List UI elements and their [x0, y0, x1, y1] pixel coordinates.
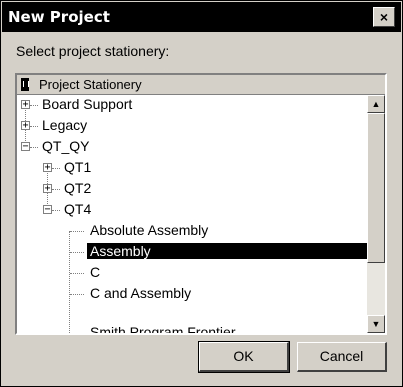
- tree-item-partial[interactable]: Smith Program Frontier: [17, 323, 367, 333]
- close-button[interactable]: ×: [373, 7, 395, 27]
- tree-item-label: Board Support: [42, 96, 133, 112]
- tree-item-board-support[interactable]: + Board Support: [17, 95, 367, 116]
- tree-connector: [70, 273, 84, 274]
- tree-item-assembly[interactable]: Assembly: [17, 242, 367, 263]
- tree-header-label: Project Stationery: [39, 77, 142, 92]
- tree-item-c-and-assembly[interactable]: C and Assembly: [17, 284, 367, 305]
- tree-item-qt4[interactable]: − QT4: [17, 200, 367, 221]
- tree-header[interactable]: Project Stationery: [17, 75, 385, 95]
- tree-item-label: Smith Program Frontier: [90, 324, 236, 333]
- tree-item-absolute-assembly[interactable]: Absolute Assembly: [17, 221, 367, 242]
- tree-item-c[interactable]: C: [17, 263, 367, 284]
- tree-item-label: C: [90, 264, 101, 280]
- tree-rows: + Board Support + Legacy − QT_QY + QT1 +…: [17, 95, 367, 333]
- scroll-thumb[interactable]: [367, 113, 385, 263]
- tree-item-qt2[interactable]: + QT2: [17, 179, 367, 200]
- tree-item-label: QT_QY: [42, 138, 90, 154]
- tree-item-label: QT2: [64, 180, 92, 196]
- arrow-down-icon: ▼: [371, 319, 381, 329]
- tree-item-label: QT4: [64, 201, 92, 217]
- tree-connector: [52, 210, 60, 211]
- tree-item-label: Legacy: [42, 117, 88, 133]
- tree-item-label: QT1: [64, 159, 92, 175]
- expand-plus-icon[interactable]: +: [43, 184, 52, 194]
- tree-item-qt1[interactable]: + QT1: [17, 158, 367, 179]
- scroll-up-button[interactable]: ▲: [367, 95, 385, 113]
- expand-plus-icon[interactable]: +: [21, 100, 30, 110]
- close-icon: ×: [379, 9, 389, 25]
- dialog-title: New Project: [8, 8, 110, 26]
- tree-connector: [70, 252, 84, 253]
- tree-connector: [52, 168, 60, 169]
- arrow-up-icon: ▲: [371, 99, 381, 109]
- column-sort-icon: [21, 78, 29, 91]
- stationery-prompt: Select project stationery:: [16, 43, 170, 59]
- tree-connector: [70, 294, 84, 295]
- stationery-tree[interactable]: Project Stationery + Board Support + Leg…: [15, 73, 387, 335]
- tree-connector: [30, 105, 38, 106]
- tree-connector: [52, 189, 60, 190]
- vertical-scrollbar[interactable]: ▲ ▼: [367, 95, 385, 333]
- tree-connector: [30, 147, 38, 148]
- tree-connector: [70, 231, 84, 232]
- cancel-button[interactable]: Cancel: [297, 342, 387, 372]
- tree-item-legacy[interactable]: + Legacy: [17, 116, 367, 137]
- tree-item-label: C and Assembly: [90, 285, 192, 301]
- title-bar[interactable]: New Project ×: [2, 2, 401, 32]
- tree-connector: [30, 126, 38, 127]
- tree-item-label: Assembly: [87, 243, 367, 259]
- collapse-minus-icon[interactable]: −: [21, 142, 30, 152]
- new-project-dialog: New Project × Select project stationery:…: [0, 0, 403, 387]
- ok-button[interactable]: OK: [198, 341, 290, 373]
- collapse-minus-icon[interactable]: −: [43, 205, 52, 215]
- expand-plus-icon[interactable]: +: [43, 163, 52, 173]
- tree-item-label: Absolute Assembly: [90, 222, 209, 238]
- expand-plus-icon[interactable]: +: [21, 121, 30, 131]
- scroll-down-button[interactable]: ▼: [367, 315, 385, 333]
- tree-item-qt-qy[interactable]: − QT_QY: [17, 137, 367, 158]
